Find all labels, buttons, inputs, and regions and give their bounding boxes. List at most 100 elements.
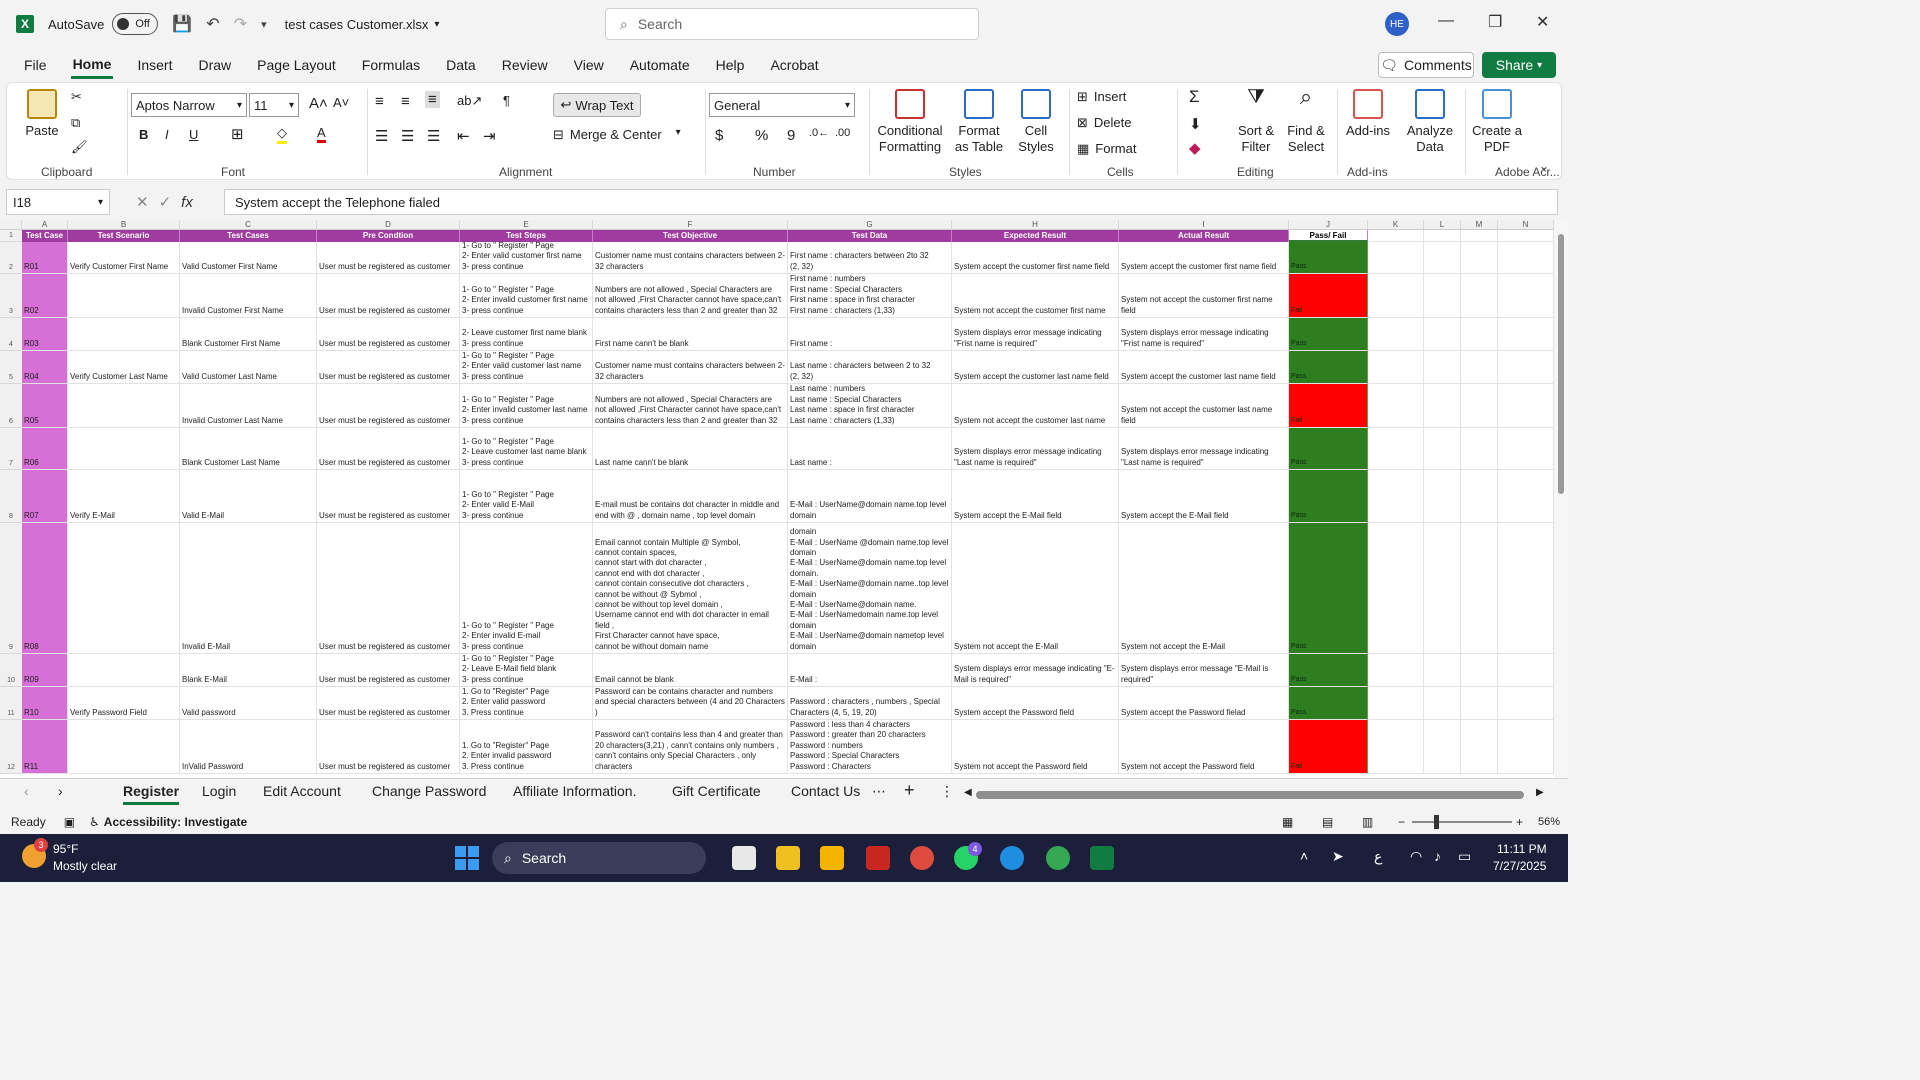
tab-review[interactable]: Review (500, 53, 550, 77)
copy-icon[interactable]: ⧉ (71, 115, 80, 131)
tab-data[interactable]: Data (444, 53, 478, 77)
column-header[interactable]: H (952, 220, 1119, 230)
table-cell[interactable]: System accept the E-Mail field (952, 470, 1119, 523)
decrease-indent-icon[interactable]: ⇤ (457, 127, 470, 145)
table-cell[interactable] (1424, 470, 1461, 523)
table-cell[interactable]: 1- Go to " Register " Page 2- Enter inva… (460, 274, 593, 318)
table-cell[interactable] (1368, 318, 1424, 351)
zoom-slider[interactable] (1412, 821, 1512, 823)
row-header[interactable]: 12 (0, 720, 22, 774)
table-cell[interactable] (1461, 687, 1498, 720)
normal-view-icon[interactable]: ▦ (1282, 815, 1293, 829)
macro-recorder-icon[interactable]: ▣ (64, 815, 75, 829)
table-cell[interactable] (1368, 470, 1424, 523)
table-cell[interactable]: System not accept the customer last name (952, 384, 1119, 428)
table-cell[interactable]: User must be registered as customer (317, 720, 460, 774)
table-cell[interactable]: Numbers are not allowed , Special Charac… (593, 384, 788, 428)
table-cell[interactable]: System displays error message indicating… (952, 318, 1119, 351)
table-cell[interactable] (68, 720, 180, 774)
font-size-select[interactable]: 11 ▾ (249, 93, 299, 117)
insert-cells-button[interactable]: ⊞ Insert (1077, 89, 1126, 105)
send-icon[interactable]: ➤ (1332, 848, 1344, 865)
fill-icon[interactable]: ⬇ (1189, 115, 1202, 133)
align-right-icon[interactable]: ☰ (427, 127, 440, 145)
row-header[interactable]: 6 (0, 384, 22, 428)
table-cell[interactable] (68, 384, 180, 428)
table-cell[interactable]: Invalid Customer First Name (180, 274, 317, 318)
chevron-down-icon[interactable]: ▾ (434, 19, 439, 30)
row-header[interactable]: 1 (0, 230, 22, 242)
row-header[interactable]: 11 (0, 687, 22, 720)
status-cell[interactable]: Fail (1289, 274, 1368, 318)
table-cell[interactable] (1461, 384, 1498, 428)
table-cell[interactable]: Valid Customer First Name (180, 242, 317, 274)
clock-date[interactable]: 7/27/2025 (1493, 859, 1546, 873)
battery-icon[interactable]: ▭ (1458, 848, 1471, 865)
table-cell[interactable]: Last name : characters between 2 to 32 (… (788, 351, 952, 384)
table-cell[interactable] (1498, 720, 1554, 774)
conditional-formatting-button[interactable]: Conditional Formatting (873, 89, 947, 155)
table-cell[interactable]: Blank E-Mail (180, 654, 317, 687)
table-cell[interactable]: Email cannot contain Multiple @ Symbol, … (593, 523, 788, 654)
table-cell[interactable] (1424, 384, 1461, 428)
table-cell[interactable]: 1- Go to " Register " Page 2- Enter vali… (460, 470, 593, 523)
cell-styles-button[interactable]: Cell Styles (1011, 89, 1061, 155)
zoom-in-icon[interactable]: + (1516, 815, 1523, 829)
table-cell[interactable]: 1- Go to " Register " Page 2- Enter inva… (460, 384, 593, 428)
column-header[interactable]: B (68, 220, 180, 230)
table-cell[interactable]: R09 (22, 654, 68, 687)
table-cell[interactable]: Password : characters , numbers , Specia… (788, 687, 952, 720)
customize-toolbar-icon[interactable]: ▾ (261, 18, 267, 31)
table-cell[interactable]: domain E-Mail : UserName @domain name.to… (788, 523, 952, 654)
table-cell[interactable] (1424, 654, 1461, 687)
analyze-data-button[interactable]: Analyze Data (1403, 89, 1457, 155)
tab-automate[interactable]: Automate (628, 53, 692, 77)
header-cell[interactable]: Test Data (788, 230, 952, 242)
sheet-options-icon[interactable]: ⋮ (940, 783, 954, 800)
empty-cell[interactable] (1498, 230, 1554, 242)
table-cell[interactable] (1498, 384, 1554, 428)
table-cell[interactable] (1498, 242, 1554, 274)
row-header[interactable]: 2 (0, 242, 22, 274)
sheet-tab-register[interactable]: Register (123, 783, 180, 805)
table-cell[interactable] (1368, 720, 1424, 774)
table-cell[interactable] (1461, 654, 1498, 687)
worksheet-grid[interactable]: A B C D E F G H I J K L M N 1 Test Case Test Scenario Tes… (0, 220, 1568, 778)
collapse-ribbon-icon[interactable]: ⌄ (1539, 159, 1549, 173)
chrome-profile-icon[interactable] (1046, 846, 1070, 870)
table-cell[interactable]: Blank Customer First Name (180, 318, 317, 351)
table-cell[interactable] (1368, 384, 1424, 428)
table-cell[interactable] (1461, 470, 1498, 523)
table-cell[interactable] (1368, 523, 1424, 654)
table-cell[interactable]: Email cannot be blank (593, 654, 788, 687)
file-name[interactable]: test cases Customer.xlsx (285, 17, 429, 32)
more-sheets-icon[interactable]: ⋯ (872, 783, 886, 800)
table-cell[interactable]: Blank Customer Last Name (180, 428, 317, 470)
store-icon[interactable] (776, 846, 800, 870)
status-cell[interactable]: Pass (1289, 470, 1368, 523)
table-cell[interactable]: Password can't contains less than 4 and … (593, 720, 788, 774)
table-cell[interactable] (1424, 242, 1461, 274)
add-ins-button[interactable]: Add-ins (1343, 89, 1393, 139)
tab-file[interactable]: File (22, 53, 49, 77)
tab-home[interactable]: Home (70, 52, 114, 79)
autosave-toggle[interactable]: Off (112, 13, 159, 35)
table-cell[interactable]: Numbers are not allowed , Special Charac… (593, 274, 788, 318)
table-cell[interactable] (68, 428, 180, 470)
table-cell[interactable] (1461, 242, 1498, 274)
table-cell[interactable]: System accept the customer last name fie… (952, 351, 1119, 384)
column-header[interactable]: C (180, 220, 317, 230)
table-cell[interactable]: Last name : (788, 428, 952, 470)
table-cell[interactable]: E-mail must be contains dot character in… (593, 470, 788, 523)
excel-taskbar-icon[interactable] (1090, 846, 1114, 870)
column-header[interactable]: D (317, 220, 460, 230)
table-cell[interactable]: User must be registered as customer (317, 274, 460, 318)
row-header[interactable]: 4 (0, 318, 22, 351)
table-cell[interactable]: User must be registered as customer (317, 687, 460, 720)
table-cell[interactable]: R07 (22, 470, 68, 523)
header-cell[interactable]: Test Case (22, 230, 68, 242)
row-header[interactable]: 9 (0, 523, 22, 654)
table-cell[interactable]: System accept the Password fielad (1119, 687, 1289, 720)
table-cell[interactable]: Invalid Customer Last Name (180, 384, 317, 428)
table-cell[interactable]: 1- Go to " Register " Page 2- Leave E-Ma… (460, 654, 593, 687)
